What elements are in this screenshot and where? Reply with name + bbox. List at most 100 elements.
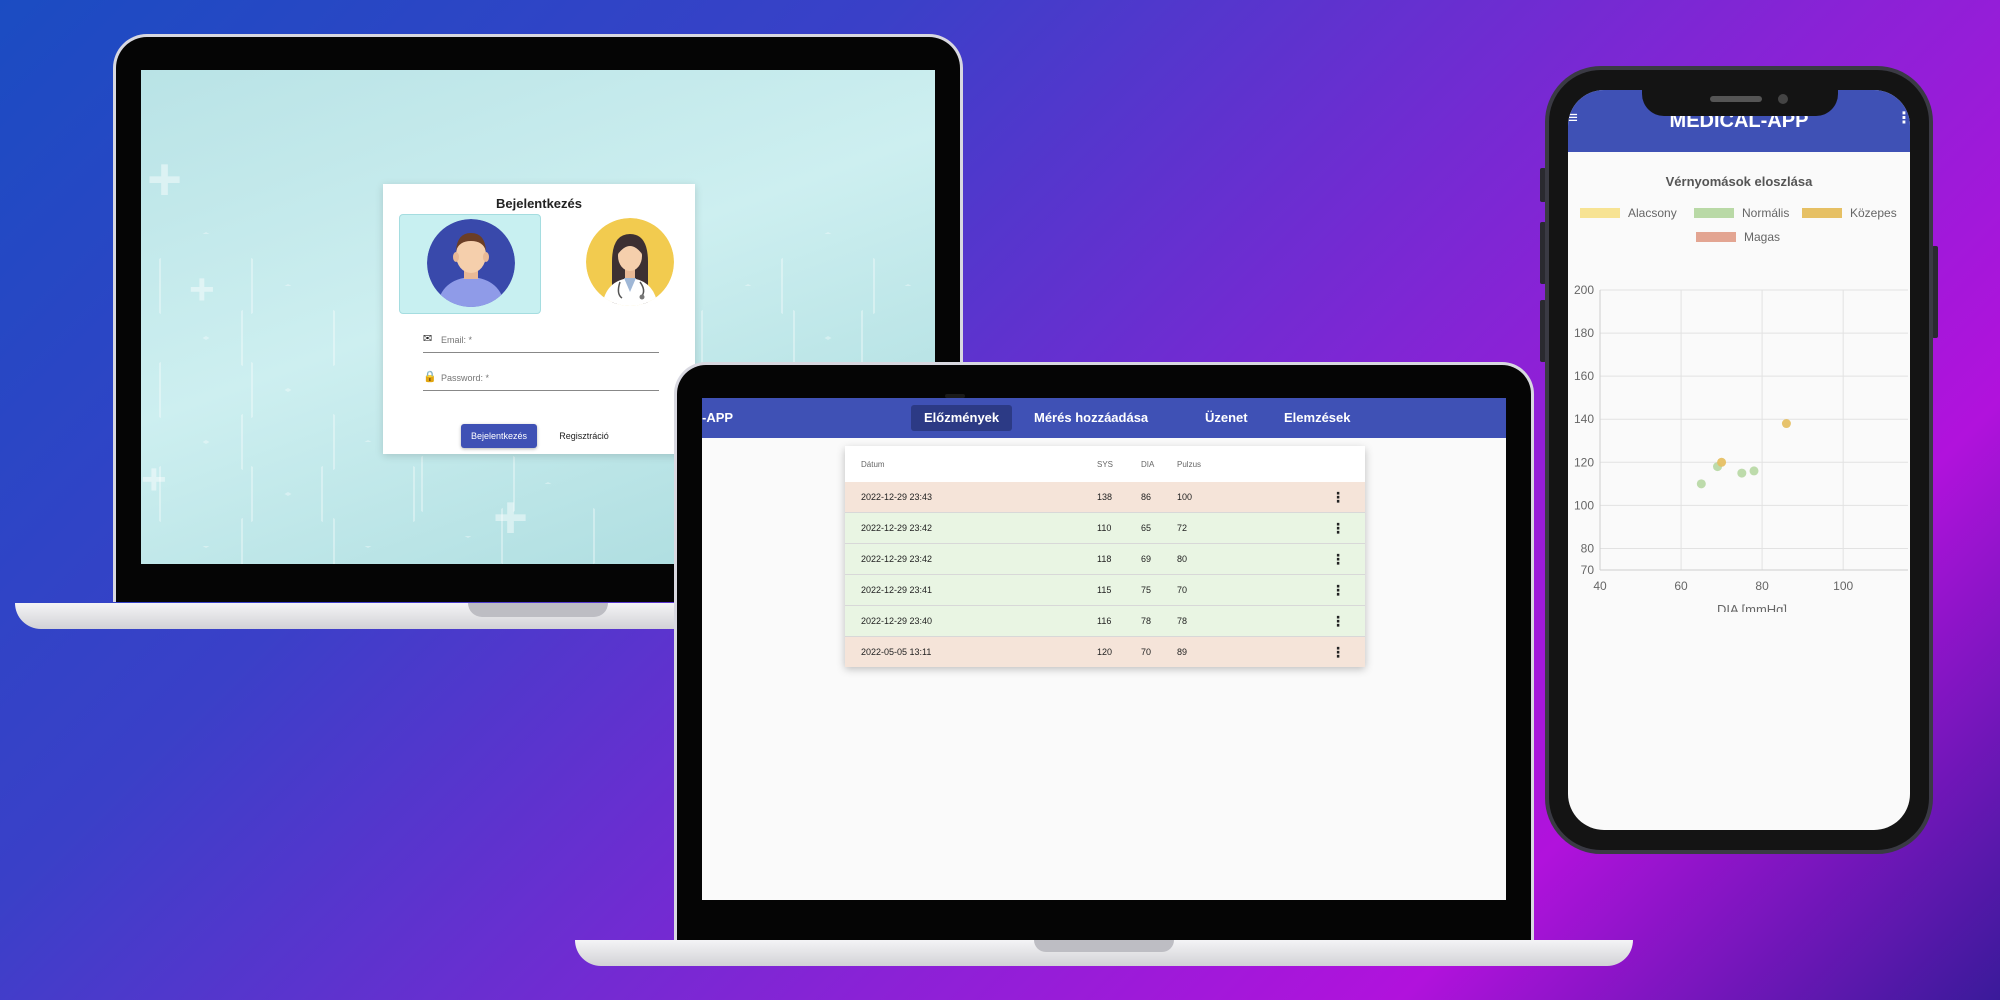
cell-sys: 138 xyxy=(1097,492,1113,502)
hexagon-decoration xyxy=(241,284,335,392)
column-header-pulse[interactable]: Pulzus xyxy=(1177,446,1201,482)
hexagon-decoration xyxy=(159,336,253,444)
email-input[interactable] xyxy=(439,334,653,346)
table-row: 2022-12-29 23:41 115 75 70 ⋮ xyxy=(845,575,1365,606)
hexagon-decoration xyxy=(241,388,335,496)
envelope-icon: ✉ xyxy=(423,333,433,345)
cell-date: 2022-12-29 23:42 xyxy=(861,554,933,564)
y-tick-label: 200 xyxy=(1574,283,1594,297)
more-vert-icon[interactable]: ⋮ xyxy=(1331,513,1345,543)
cell-pulse: 78 xyxy=(1177,616,1188,626)
cell-sys: 118 xyxy=(1097,554,1112,564)
table-row: 2022-12-29 23:42 118 69 80 ⋮ xyxy=(845,544,1365,575)
cell-sys: 110 xyxy=(1097,523,1112,533)
more-vert-icon[interactable]: ⋮ xyxy=(1331,544,1345,574)
legend-swatch xyxy=(1696,232,1736,242)
scatter-point xyxy=(1737,468,1747,478)
cell-date: 2022-12-29 23:40 xyxy=(861,616,933,626)
scatter-point xyxy=(1717,457,1727,467)
phone-speaker xyxy=(1710,96,1762,102)
y-tick-label: 180 xyxy=(1574,326,1594,340)
tab-message[interactable]: Üzenet xyxy=(1192,405,1261,431)
tab-add-measurement[interactable]: Mérés hozzáadása xyxy=(1021,405,1161,431)
email-field[interactable]: ✉ xyxy=(423,330,659,353)
cell-date: 2022-05-05 13:11 xyxy=(861,647,932,657)
blood-pressure-scatter-chart: Vérnyomások eloszlása Alacsony Normális Köz… xyxy=(1574,174,1908,612)
laptop-history-hinge xyxy=(1034,940,1174,952)
cell-pulse: 70 xyxy=(1177,585,1188,595)
lock-icon: 🔒 xyxy=(423,371,437,383)
password-field[interactable]: 🔒 xyxy=(423,368,659,391)
y-tick-label: 70 xyxy=(1581,563,1595,577)
y-tick-label: 120 xyxy=(1574,455,1594,469)
table-header: Dátum SYS DIA Pulzus xyxy=(845,446,1365,483)
login-card: Bejelentkezés ✉ Email: * 🔒 Bejelentkezés… xyxy=(383,184,695,454)
patient-role-option[interactable] xyxy=(399,214,541,314)
cell-dia: 75 xyxy=(1141,585,1152,595)
phone-camera xyxy=(1778,94,1788,104)
column-header-dia[interactable]: DIA xyxy=(1141,446,1154,482)
register-button[interactable]: Regisztráció xyxy=(549,424,619,448)
history-table: Dátum SYS DIA Pulzus 2022-12-29 23:43 13… xyxy=(845,446,1365,667)
y-tick-label: 100 xyxy=(1574,498,1594,512)
legend-swatch xyxy=(1802,208,1842,218)
cell-date: 2022-12-29 23:42 xyxy=(861,523,933,533)
y-tick-label: 160 xyxy=(1574,369,1594,383)
cell-dia: 70 xyxy=(1141,647,1152,657)
scatter-point xyxy=(1696,479,1706,489)
cell-dia: 69 xyxy=(1141,554,1152,564)
tab-history[interactable]: Előzmények xyxy=(911,405,1013,431)
app-brand[interactable]: -APP xyxy=(702,410,733,425)
cell-sys: 120 xyxy=(1097,647,1113,657)
table-row: 2022-12-29 23:43 138 86 100 ⋮ xyxy=(845,482,1365,513)
medical-cross-icon: + xyxy=(141,455,167,504)
legend-label: Közepes xyxy=(1850,206,1897,220)
legend-label: Alacsony xyxy=(1628,206,1677,220)
hexagon-decoration xyxy=(241,492,335,564)
phone-screen: ≡ MEDICAL-APP ⋮ Vérnyomások eloszlása Ala… xyxy=(1568,90,1910,830)
chart-title: Vérnyomások eloszlása xyxy=(1666,174,1813,189)
x-tick-label: 80 xyxy=(1755,579,1769,593)
more-options-icon[interactable]: ⋮ xyxy=(1896,108,1910,128)
cell-date: 2022-12-29 23:41 xyxy=(861,585,933,595)
more-vert-icon[interactable]: ⋮ xyxy=(1331,606,1345,636)
table-row: 2022-12-29 23:42 110 65 72 ⋮ xyxy=(845,513,1365,544)
patient-avatar xyxy=(427,219,515,307)
medical-cross-icon: + xyxy=(493,484,529,551)
doctor-role-option[interactable] xyxy=(559,214,699,312)
tab-analytics[interactable]: Elemzések xyxy=(1271,405,1364,431)
legend-swatch xyxy=(1580,208,1620,218)
y-tick-label: 140 xyxy=(1574,412,1594,426)
cell-sys: 116 xyxy=(1097,616,1112,626)
cell-dia: 65 xyxy=(1141,523,1152,533)
legend-label: Normális xyxy=(1742,206,1789,220)
password-input[interactable] xyxy=(439,372,653,384)
more-vert-icon[interactable]: ⋮ xyxy=(1331,637,1345,667)
cell-pulse: 100 xyxy=(1177,492,1193,502)
scatter-point xyxy=(1749,466,1759,476)
column-header-date[interactable]: Dátum xyxy=(861,446,885,482)
more-vert-icon[interactable]: ⋮ xyxy=(1331,482,1345,512)
column-header-sys[interactable]: SYS xyxy=(1097,446,1113,482)
cell-dia: 78 xyxy=(1141,616,1152,626)
cell-pulse: 80 xyxy=(1177,554,1188,564)
cell-date: 2022-12-29 23:43 xyxy=(861,492,933,502)
scatter-point xyxy=(1781,419,1791,429)
login-button[interactable]: Bejelentkezés xyxy=(461,424,537,448)
history-screen: -APP Előzmények Mérés hozzáadása Üzenet … xyxy=(702,398,1506,900)
doctor-avatar xyxy=(586,218,674,306)
table-row: 2022-05-05 13:11 120 70 89 ⋮ xyxy=(845,637,1365,667)
cell-pulse: 89 xyxy=(1177,647,1188,657)
app-toolbar: -APP Előzmények Mérés hozzáadása Üzenet … xyxy=(702,398,1506,438)
medical-cross-icon: + xyxy=(147,146,183,213)
hexagon-decoration xyxy=(781,232,875,340)
cell-pulse: 72 xyxy=(1177,523,1188,533)
laptop-login-hinge xyxy=(468,603,608,617)
y-tick-label: 80 xyxy=(1581,541,1595,555)
more-vert-icon[interactable]: ⋮ xyxy=(1331,575,1345,605)
login-title: Bejelentkezés xyxy=(496,196,582,211)
table-row: 2022-12-29 23:40 116 78 78 ⋮ xyxy=(845,606,1365,637)
hexagon-decoration xyxy=(159,440,253,548)
cell-sys: 115 xyxy=(1097,585,1112,595)
cell-dia: 86 xyxy=(1141,492,1152,502)
